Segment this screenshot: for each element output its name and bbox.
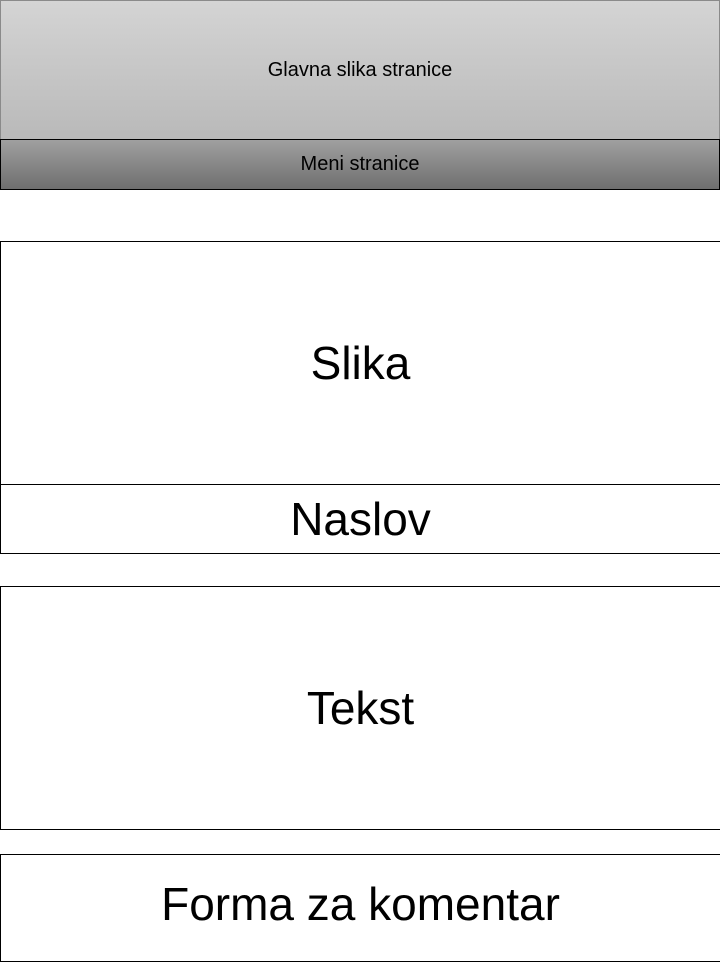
post-title-label: Naslov [290,493,431,545]
site-menu-label: Meni stranice [300,153,420,175]
post-title-placeholder: Naslov [0,484,720,554]
comment-form-placeholder[interactable]: Forma za komentar [0,854,720,962]
post-image-label: Slika [310,337,411,389]
site-menu-placeholder[interactable]: Meni stranice [0,139,720,190]
header-main-image-label: Glavna slika stranice [267,58,453,81]
header-main-image-placeholder: Glavna slika stranice [0,0,720,140]
post-image-placeholder: Slika [0,241,720,485]
post-text-label: Tekst [306,682,415,734]
post-text-placeholder: Tekst [0,586,720,830]
comment-form-label: Forma za komentar [161,878,560,930]
